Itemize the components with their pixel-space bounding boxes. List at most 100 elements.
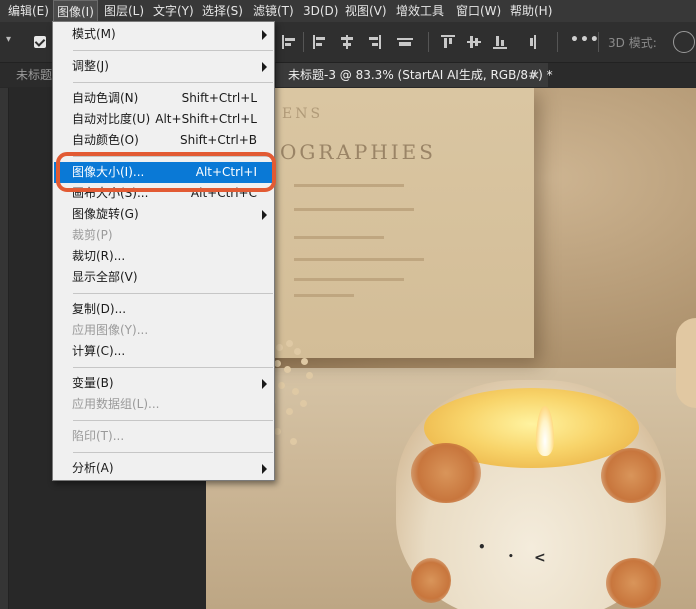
menu-edit[interactable]: 编辑(E) xyxy=(8,0,49,22)
menu-help[interactable]: 帮助(H) xyxy=(510,0,552,22)
submenu-arrow-icon xyxy=(262,464,267,474)
auto-select-checkbox[interactable] xyxy=(34,36,46,48)
tab-untitled-3[interactable]: 未标题-3 @ 83.3% (StartAI AI生成, RGB/8#) * × xyxy=(276,63,553,87)
menu-item-reveal-all[interactable]: 显示全部(V) xyxy=(54,267,273,288)
menu-item-label: 复制(D)... xyxy=(72,302,127,316)
menu-item-label: 计算(C)... xyxy=(72,344,126,358)
menu-item-trap[interactable]: 陷印(T)... xyxy=(54,426,273,447)
image-cup-spot xyxy=(411,558,451,603)
menu-item-adjustments[interactable]: 调整(J) xyxy=(54,56,273,77)
poster-line xyxy=(294,184,404,187)
menu-item-label: 调整(J) xyxy=(72,59,109,73)
poster-line xyxy=(294,278,404,281)
align-top-edges-icon[interactable] xyxy=(441,35,457,49)
distribute-vertical-icon[interactable] xyxy=(528,35,544,49)
menu-item-analysis[interactable]: 分析(A) xyxy=(54,458,273,479)
align-left-edges-icon[interactable] xyxy=(313,35,329,49)
align-bottom-edges-icon[interactable] xyxy=(493,35,509,49)
close-icon[interactable]: × xyxy=(530,63,540,87)
menu-window[interactable]: 窗口(W) xyxy=(456,0,501,22)
tab-untitled[interactable]: 未标题 xyxy=(0,63,52,87)
poster-line xyxy=(294,294,354,297)
submenu-arrow-icon xyxy=(262,210,267,220)
menu-select[interactable]: 选择(S) xyxy=(202,0,243,22)
menu-separator xyxy=(73,452,273,453)
submenu-arrow-icon xyxy=(262,379,267,389)
submenu-arrow-icon xyxy=(262,62,267,72)
tab-label: 未标题-3 @ 83.3% (StartAI AI生成, RGB/8#) * xyxy=(288,68,553,82)
align-left-icon[interactable] xyxy=(282,35,298,49)
menu-item-apply-image[interactable]: 应用图像(Y)... xyxy=(54,320,273,341)
annotation-highlight-ring xyxy=(56,152,276,192)
menu-item-trim[interactable]: 裁切(R)... xyxy=(54,246,273,267)
menu-item-auto-color[interactable]: 自动颜色(O) Shift+Ctrl+B xyxy=(54,130,273,151)
menu-item-label: 显示全部(V) xyxy=(72,270,138,284)
image-cup-spot xyxy=(601,448,661,503)
tools-panel[interactable] xyxy=(0,88,9,609)
menu-item-apply-data-set[interactable]: 应用数据组(L)... xyxy=(54,394,273,415)
menu-item-label: 自动颜色(O) xyxy=(72,133,139,147)
menu-item-variables[interactable]: 变量(B) xyxy=(54,373,273,394)
divider xyxy=(598,32,599,52)
divider xyxy=(303,32,304,52)
menu-item-label: 图像旋转(G) xyxy=(72,207,139,221)
menu-item-label: 陷印(T)... xyxy=(72,429,125,443)
menu-item-shortcut: Shift+Ctrl+L xyxy=(181,91,257,105)
menu-item-label: 裁剪(P) xyxy=(72,228,113,242)
image-cup-nose: • xyxy=(508,552,514,562)
align-vertical-centers-icon[interactable] xyxy=(467,35,483,49)
image-dried-flowers xyxy=(266,338,366,498)
poster-line xyxy=(294,208,414,211)
menu-item-label: 模式(M) xyxy=(72,27,116,41)
menu-3d[interactable]: 3D(D) xyxy=(303,0,338,22)
chevron-down-icon[interactable]: ▾ xyxy=(6,34,11,45)
more-options-icon[interactable]: ••• xyxy=(570,32,600,48)
poster-text-top: ENS xyxy=(282,106,324,122)
3d-orbit-icon[interactable] xyxy=(673,31,695,53)
menu-type[interactable]: 文字(Y) xyxy=(153,0,194,22)
image-poster: ENS OGRAPHIES xyxy=(234,88,534,358)
divider xyxy=(557,32,558,52)
menu-separator xyxy=(73,367,273,368)
image-cup-spot xyxy=(606,558,661,608)
menu-bar: 编辑(E) 图像(I) 图层(L) 文字(Y) 选择(S) 滤镜(T) 3D(D… xyxy=(0,0,696,22)
image-cup-spot xyxy=(411,443,481,503)
menu-separator xyxy=(73,82,273,83)
align-right-edges-icon[interactable] xyxy=(365,35,381,49)
menu-layer[interactable]: 图层(L) xyxy=(104,0,144,22)
menu-item-label: 裁切(R)... xyxy=(72,249,126,263)
menu-separator xyxy=(73,420,273,421)
menu-item-label: 自动色调(N) xyxy=(72,91,139,105)
menu-item-label: 变量(B) xyxy=(72,376,114,390)
menu-image[interactable]: 图像(I) xyxy=(53,0,98,22)
image-cup-wink: < xyxy=(534,550,546,566)
poster-line xyxy=(294,258,424,261)
image-cup-eye: • xyxy=(478,540,486,554)
menu-separator xyxy=(73,50,273,51)
poster-text-title: OGRAPHIES xyxy=(280,140,436,164)
menu-item-shortcut: Alt+Shift+Ctrl+L xyxy=(155,112,257,126)
menu-separator xyxy=(73,293,273,294)
menu-item-image-rotation[interactable]: 图像旋转(G) xyxy=(54,204,273,225)
align-horizontal-centers-icon[interactable] xyxy=(339,35,355,49)
menu-item-label: 分析(A) xyxy=(72,461,114,475)
tab-label: 未标题 xyxy=(16,68,53,82)
menu-filter[interactable]: 滤镜(T) xyxy=(253,0,294,22)
menu-item-duplicate[interactable]: 复制(D)... xyxy=(54,299,273,320)
distribute-icon[interactable] xyxy=(397,35,413,49)
menu-plugins[interactable]: 增效工具 xyxy=(396,0,444,22)
menu-item-auto-tone[interactable]: 自动色调(N) Shift+Ctrl+L xyxy=(54,88,273,109)
document-canvas[interactable]: ENS OGRAPHIES • • < xyxy=(206,88,696,609)
3d-mode-label: 3D 模式: xyxy=(608,36,657,50)
poster-line xyxy=(294,236,384,239)
image-right-object xyxy=(676,318,696,408)
menu-item-mode[interactable]: 模式(M) xyxy=(54,24,273,45)
divider xyxy=(428,32,429,52)
menu-item-calculations[interactable]: 计算(C)... xyxy=(54,341,273,362)
menu-item-label: 应用图像(Y)... xyxy=(72,323,149,337)
menu-view[interactable]: 视图(V) xyxy=(345,0,387,22)
menu-item-label: 自动对比度(U) xyxy=(72,112,151,126)
menu-item-crop[interactable]: 裁剪(P) xyxy=(54,225,273,246)
menu-item-auto-contrast[interactable]: 自动对比度(U) Alt+Shift+Ctrl+L xyxy=(54,109,273,130)
image-menu-dropdown: 模式(M) 调整(J) 自动色调(N) Shift+Ctrl+L 自动对比度(U)… xyxy=(52,21,275,481)
